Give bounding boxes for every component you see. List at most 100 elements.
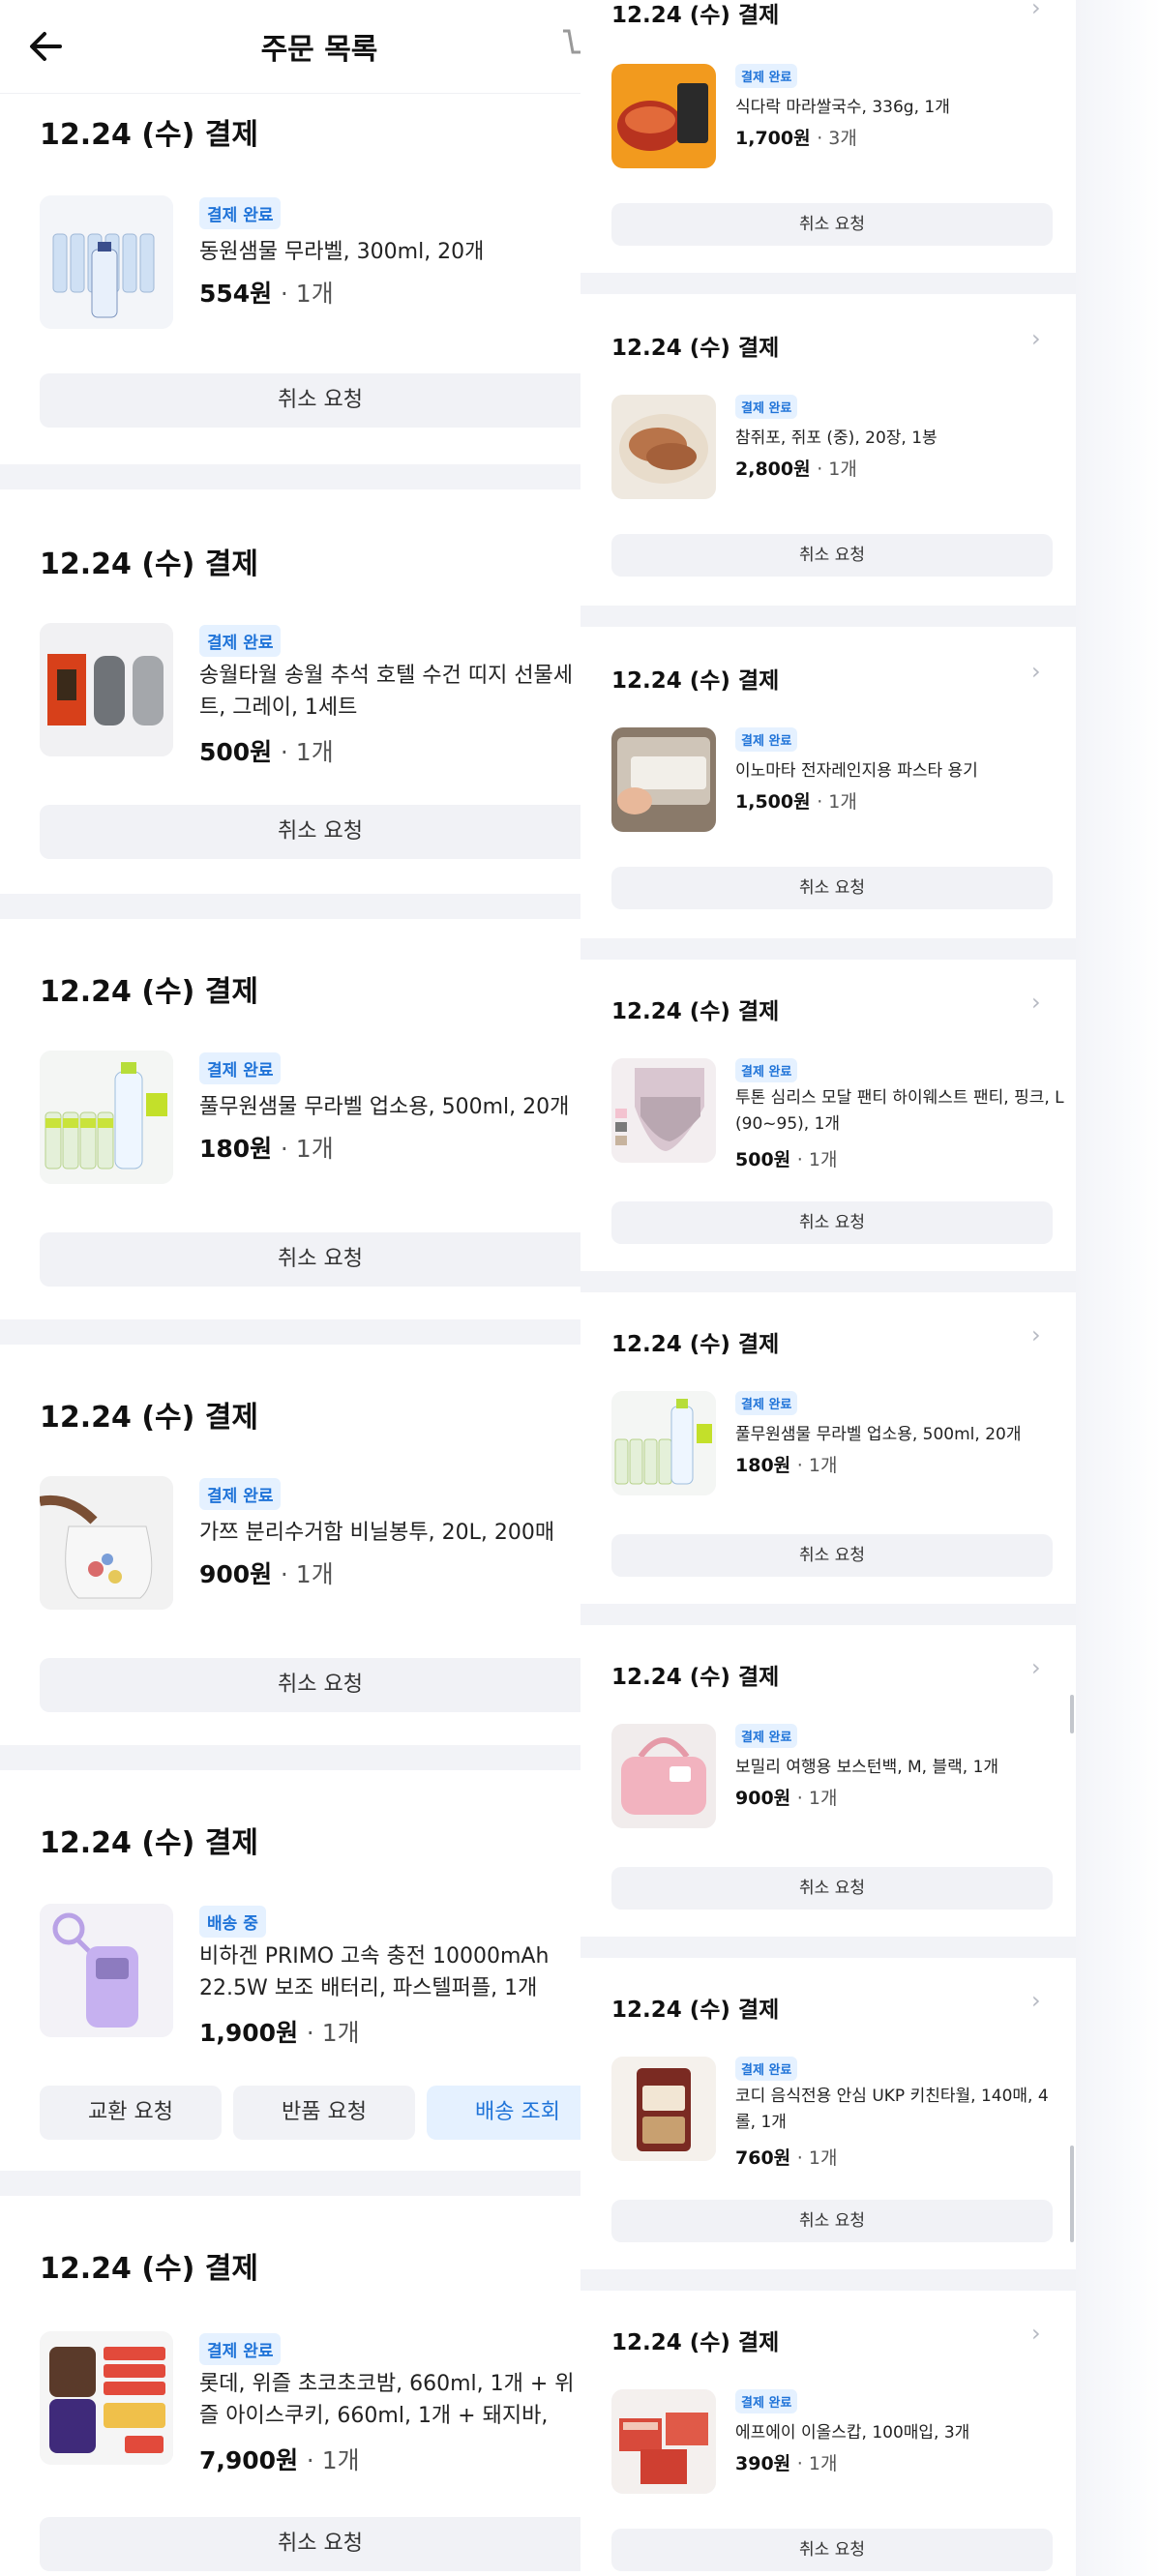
price-line: 2,800원 · 1개 (735, 455, 857, 481)
trash-bag-image (40, 1476, 173, 1610)
product-qty: · 1개 (280, 738, 334, 766)
product-image[interactable] (611, 1058, 716, 1163)
cancel-request-button[interactable]: 취소 요청 (611, 2529, 1053, 2571)
cancel-request-button[interactable]: 취소 요청 (611, 1867, 1053, 1910)
product-image[interactable] (611, 64, 716, 168)
exchange-request-button[interactable]: 교환 요청 (40, 2086, 222, 2140)
product-image[interactable] (611, 2389, 716, 2494)
section-divider (580, 2269, 1076, 2291)
chevron-right-icon[interactable]: › (1031, 658, 1041, 685)
product-image[interactable] (40, 1051, 173, 1184)
product-name[interactable]: 롯데, 위즐 초코초코밤, 660ml, 1개 + 위즐 아이스쿠키, 660m… (199, 2368, 580, 2432)
return-request-button[interactable]: 반품 요청 (233, 2086, 415, 2140)
price-line: 554원 · 1개 (199, 275, 334, 310)
track-delivery-button[interactable]: 배송 조회 (427, 2086, 580, 2140)
product-name[interactable]: 가쯔 분리수거함 비닐봉투, 20L, 200매 (199, 1515, 580, 1546)
section-divider (580, 1271, 1076, 1292)
chevron-right-icon[interactable]: › (1031, 2320, 1041, 2347)
product-name[interactable]: 코디 음식전용 안심 UKP 키친타월, 140매, 4롤, 1개 (735, 2084, 1064, 2136)
cancel-request-button[interactable]: 취소 요청 (611, 1534, 1053, 1577)
section-divider (0, 1319, 580, 1345)
product-image[interactable] (40, 195, 173, 329)
product-name[interactable]: 식다락 마라쌀국수, 336g, 1개 (735, 93, 1064, 117)
section-divider (0, 1745, 580, 1770)
product-price: 760원 (735, 2147, 791, 2169)
status-badge: 결제 완료 (735, 2057, 798, 2081)
cancel-request-button[interactable]: 취소 요청 (611, 1201, 1053, 1244)
soap-boxes-image (611, 2389, 716, 2494)
scrollbar-thumb[interactable] (1070, 1695, 1074, 1733)
section-divider (0, 2171, 580, 2196)
product-name[interactable]: 보밀리 여행용 보스턴백, M, 블랙, 1개 (735, 1753, 1064, 1777)
status-badge: 결제 완료 (735, 1391, 798, 1415)
boston-bag-image (611, 1724, 716, 1828)
product-name[interactable]: 비하겐 PRIMO 고속 충전 10000mAh 22.5W 보조 배터리, 파… (199, 1940, 580, 2004)
order-card: 12.24 (수) 결제 배송 중 비하겐 PRIMO 고속 충전 10000m… (0, 1770, 580, 2171)
product-name[interactable]: 풀무원샘물 무라벨 업소용, 500ml, 20개 (735, 1420, 1064, 1444)
section-divider (0, 464, 580, 489)
cancel-request-button[interactable]: 취소 요청 (40, 373, 580, 428)
status-badge: 결제 완료 (199, 625, 282, 657)
product-name[interactable]: 풀무원샘물 무라벨 업소용, 500ml, 20개 (199, 1089, 580, 1120)
status-badge: 결제 완료 (735, 1058, 798, 1082)
order-date: 12.24 (수) 결제 (611, 999, 780, 1024)
section-divider (580, 1604, 1076, 1625)
cancel-request-button[interactable]: 취소 요청 (611, 534, 1053, 577)
order-date: 12.24 (수) 결제 (611, 1332, 780, 1357)
chevron-right-icon[interactable]: › (1031, 325, 1041, 352)
product-name[interactable]: 에프에이 이올스캅, 100매입, 3개 (735, 2418, 1064, 2443)
order-date: 12.24 (수) 결제 (40, 2252, 259, 2286)
product-image[interactable] (40, 1904, 173, 2037)
product-qty: · 1개 (280, 280, 334, 308)
cancel-request-button[interactable]: 취소 요청 (40, 2517, 580, 2571)
cancel-request-button[interactable]: 취소 요청 (40, 1658, 580, 1712)
ice-cream-bundle-image (40, 2331, 173, 2465)
cart-icon[interactable] (561, 27, 580, 62)
product-price: 180원 (735, 1455, 791, 1476)
status-badge: 배송 중 (199, 1906, 266, 1938)
chevron-right-icon[interactable]: › (1031, 989, 1041, 1016)
price-line: 500원 · 1개 (199, 733, 334, 768)
order-date: 12.24 (수) 결제 (611, 2330, 780, 2355)
water-bottles-image (40, 1051, 173, 1184)
product-image[interactable] (40, 1476, 173, 1610)
order-date: 12.24 (수) 결제 (40, 1401, 259, 1435)
product-image[interactable] (611, 1391, 716, 1495)
cancel-request-button[interactable]: 취소 요청 (40, 805, 580, 859)
product-image[interactable] (611, 1724, 716, 1828)
product-qty: · 1개 (817, 791, 857, 813)
page-title: 주문 목록 (260, 33, 378, 67)
cancel-request-button[interactable]: 취소 요청 (40, 1232, 580, 1287)
price-line: 1,900원 · 1개 (199, 2014, 360, 2049)
cancel-request-button[interactable]: 취소 요청 (611, 203, 1053, 246)
cancel-request-button[interactable]: 취소 요청 (611, 2200, 1053, 2242)
product-price: 500원 (735, 1149, 791, 1170)
product-name[interactable]: 투톤 심리스 모달 팬티 하이웨스트 팬티, 핑크, L (90~95), 1개 (735, 1085, 1064, 1138)
product-image[interactable] (611, 2057, 716, 2161)
chevron-right-icon[interactable]: › (1031, 0, 1041, 21)
price-line: 500원 · 1개 (735, 1145, 837, 1171)
product-image[interactable] (611, 395, 716, 499)
product-name[interactable]: 동원샘물 무라벨, 300ml, 20개 (199, 234, 580, 265)
order-list-panel-right: 12.24 (수) 결제 › 결제 완료 식다락 마라쌀국수, 336g, 1개… (580, 0, 1076, 2576)
status-badge: 결제 완료 (735, 727, 798, 752)
chevron-right-icon[interactable]: › (1031, 1321, 1041, 1348)
chevron-right-icon[interactable]: › (1031, 1654, 1041, 1681)
product-image[interactable] (40, 2331, 173, 2465)
chevron-right-icon[interactable]: › (1031, 1987, 1041, 2014)
status-badge: 결제 완료 (735, 395, 798, 419)
product-qty: · 1개 (306, 2019, 360, 2047)
product-name[interactable]: 이노마타 전자레인지용 파스타 용기 (735, 756, 1064, 781)
scrollbar-thumb[interactable] (1070, 2146, 1074, 2242)
price-line: 7,900원 · 1개 (199, 2442, 360, 2476)
cancel-request-button[interactable]: 취소 요청 (611, 867, 1053, 909)
product-image[interactable] (40, 623, 173, 756)
section-divider (580, 606, 1076, 627)
product-qty: · 1개 (796, 2453, 838, 2474)
product-name[interactable]: 참쥐포, 쥐포 (중), 20장, 1봉 (735, 424, 1064, 448)
product-name[interactable]: 송월타월 송월 추석 호텔 수건 띠지 선물세트, 그레이, 1세트 (199, 660, 580, 724)
order-date: 12.24 (수) 결제 (611, 336, 780, 361)
status-badge: 결제 완료 (199, 1478, 282, 1510)
product-image[interactable] (611, 727, 716, 832)
price-line: 390원 · 1개 (735, 2449, 837, 2475)
